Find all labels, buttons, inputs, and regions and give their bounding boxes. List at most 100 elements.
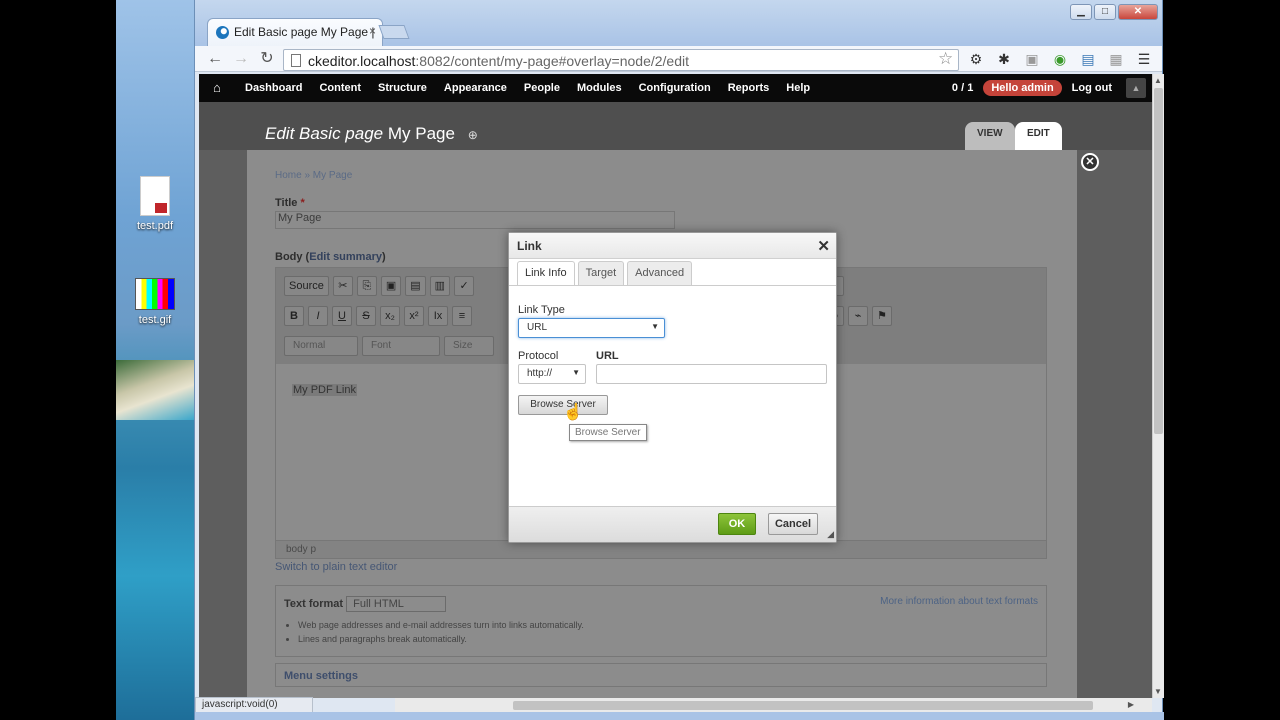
tab-edit[interactable]: EDIT <box>1015 122 1062 150</box>
cut-icon[interactable]: ✂ <box>332 276 353 296</box>
paste-word-icon[interactable]: ▥ <box>429 276 451 296</box>
extension-3-icon[interactable]: ▣ <box>1024 51 1040 67</box>
horizontal-scrollbar[interactable]: ▶ <box>395 698 1152 712</box>
scroll-right-icon[interactable]: ▶ <box>1128 700 1134 709</box>
anchor-flag-icon[interactable]: ⚑ <box>872 306 892 326</box>
forward-icon[interactable]: → <box>231 49 251 69</box>
hand-cursor-icon: ☝ <box>563 404 583 421</box>
window-close-icon[interactable]: ✕ <box>1118 4 1158 20</box>
maximize-icon[interactable]: □ <box>1094 4 1116 20</box>
vertical-scroll-thumb[interactable] <box>1154 88 1163 434</box>
editor-toolbar-row-1: Source ✂ ⎘ ▣ ▤ ▥ ✓ <box>284 276 475 296</box>
more-info-link[interactable]: More information about text formats <box>880 596 1038 607</box>
reload-icon[interactable]: ↻ <box>257 49 277 69</box>
overlay-close-icon[interactable]: ✕ <box>1081 153 1099 171</box>
link-type-value: URL <box>527 322 548 333</box>
scroll-down-icon[interactable]: ▼ <box>1154 687 1162 696</box>
source-button[interactable]: Source <box>284 276 329 296</box>
bold-icon[interactable]: B <box>284 306 304 326</box>
cancel-button[interactable]: Cancel <box>768 513 818 535</box>
desktop-icon-gif[interactable]: test.gif <box>132 278 178 326</box>
spellcheck-icon[interactable]: ✓ <box>454 276 475 296</box>
copy-icon[interactable]: ⎘ <box>356 276 377 296</box>
text-format-fieldset: Text format Full HTML More information a… <box>275 585 1047 657</box>
tab-link-info[interactable]: Link Info <box>517 261 575 285</box>
back-icon[interactable]: ← <box>205 49 225 69</box>
paste-text-icon[interactable]: ▤ <box>405 276 426 296</box>
new-tab-button[interactable] <box>378 25 410 39</box>
tab-view[interactable]: VIEW <box>965 122 1015 150</box>
desktop-icon-pdf[interactable]: test.pdf <box>132 176 178 232</box>
admin-menu-content[interactable]: Content <box>319 82 361 94</box>
toolbar-toggle-icon[interactable]: ▲ <box>1126 78 1146 98</box>
url-path: :8082/content/my-page#overlay=node/2/edi… <box>415 53 689 69</box>
switch-plain-text-link[interactable]: Switch to plain text editor <box>275 561 1049 573</box>
vertical-scrollbar[interactable]: ▲ ▼ <box>1152 74 1164 698</box>
address-bar[interactable]: ckeditor.localhost:8082/content/my-page#… <box>283 49 959 71</box>
browser-tab[interactable]: Edit Basic page My Page | × <box>207 18 383 46</box>
text-format-select[interactable]: Full HTML <box>346 596 447 612</box>
menu-icon[interactable]: ☰ <box>1136 51 1152 67</box>
extension-1-icon[interactable]: ⚙ <box>968 51 984 67</box>
tip-item: Web page addresses and e-mail addresses … <box>298 618 1038 632</box>
hello-admin-badge[interactable]: Hello admin <box>983 80 1062 96</box>
admin-menu-appearance[interactable]: Appearance <box>444 82 507 94</box>
home-icon[interactable]: ⌂ <box>213 80 221 95</box>
link-type-select[interactable]: URL ▼ <box>518 318 665 338</box>
admin-menu-help[interactable]: Help <box>786 82 810 94</box>
edit-summary-link[interactable]: Edit summary <box>309 251 382 263</box>
scroll-up-icon[interactable]: ▲ <box>1154 76 1162 85</box>
admin-menu-modules[interactable]: Modules <box>577 82 622 94</box>
protocol-select[interactable]: http:// ▼ <box>518 364 586 384</box>
user-counter: 0 / 1 <box>951 82 974 94</box>
admin-menu-reports[interactable]: Reports <box>728 82 770 94</box>
title-input[interactable]: My Page <box>275 211 675 229</box>
minimize-icon[interactable]: ▁ <box>1070 4 1092 20</box>
add-shortcut-icon[interactable]: ⊕ <box>468 128 478 142</box>
ok-button[interactable]: OK <box>718 513 756 535</box>
font-combo[interactable]: Font <box>362 336 440 356</box>
desktop-wallpaper-beach <box>116 360 194 420</box>
horizontal-scroll-thumb[interactable] <box>513 701 1093 710</box>
page-icon <box>291 54 301 67</box>
paste-icon[interactable]: ▣ <box>380 276 402 296</box>
extension-2-icon[interactable]: ✱ <box>996 51 1012 67</box>
italic-icon[interactable]: I <box>308 306 328 326</box>
browse-server-tooltip: Browse Server <box>569 424 647 441</box>
logout-link[interactable]: Log out <box>1072 82 1112 94</box>
url-input[interactable] <box>596 364 827 384</box>
bookmark-star-icon[interactable]: ☆ <box>938 49 953 69</box>
admin-menu-configuration[interactable]: Configuration <box>639 82 711 94</box>
superscript-icon[interactable]: x² <box>404 306 424 326</box>
admin-menu-structure[interactable]: Structure <box>378 82 427 94</box>
dialog-footer: OK Cancel ◢ <box>509 506 836 542</box>
unlink-icon[interactable]: ⌁ <box>848 306 868 326</box>
selected-text[interactable]: My PDF Link <box>292 384 357 396</box>
admin-menu-people[interactable]: People <box>524 82 560 94</box>
breadcrumb[interactable]: Home » My Page <box>275 170 1049 181</box>
subscript-icon[interactable]: x₂ <box>380 306 400 326</box>
tab-advanced[interactable]: Advanced <box>627 261 693 285</box>
resize-handle-icon[interactable]: ◢ <box>827 529 834 540</box>
drupal-admin-toolbar: ⌂ Dashboard Content Structure Appearance… <box>199 74 1152 102</box>
extension-5-icon[interactable]: ▤ <box>1080 51 1096 67</box>
format-combo[interactable]: Normal <box>284 336 358 356</box>
menu-settings-fieldset[interactable]: Menu settings <box>275 663 1047 687</box>
extension-6-icon[interactable]: ▦ <box>1108 51 1124 67</box>
extension-4-icon[interactable]: ◉ <box>1052 51 1068 67</box>
window-bottom-frame <box>195 712 1164 720</box>
remove-format-icon[interactable]: Ix <box>428 306 448 326</box>
editor-toolbar-row-2: B I U S x₂ x² Ix ≡ <box>284 306 472 326</box>
tab-target[interactable]: Target <box>577 261 625 285</box>
admin-menu-dashboard[interactable]: Dashboard <box>245 82 302 94</box>
title-label: Title * <box>275 197 1049 209</box>
underline-icon[interactable]: U <box>332 306 352 326</box>
browser-titlebar: Edit Basic page My Page | × ▁ □ ✕ <box>195 0 1162 46</box>
strikethrough-icon[interactable]: S <box>356 306 376 326</box>
tab-close-icon[interactable]: × <box>369 24 376 38</box>
size-combo[interactable]: Size <box>444 336 494 356</box>
desktop-icon-label: test.pdf <box>136 220 174 232</box>
page-title: Edit Basic page My Page ⊕ <box>265 124 478 144</box>
dialog-close-icon[interactable]: ✕ <box>817 237 830 255</box>
numbered-list-icon[interactable]: ≡ <box>452 306 472 326</box>
